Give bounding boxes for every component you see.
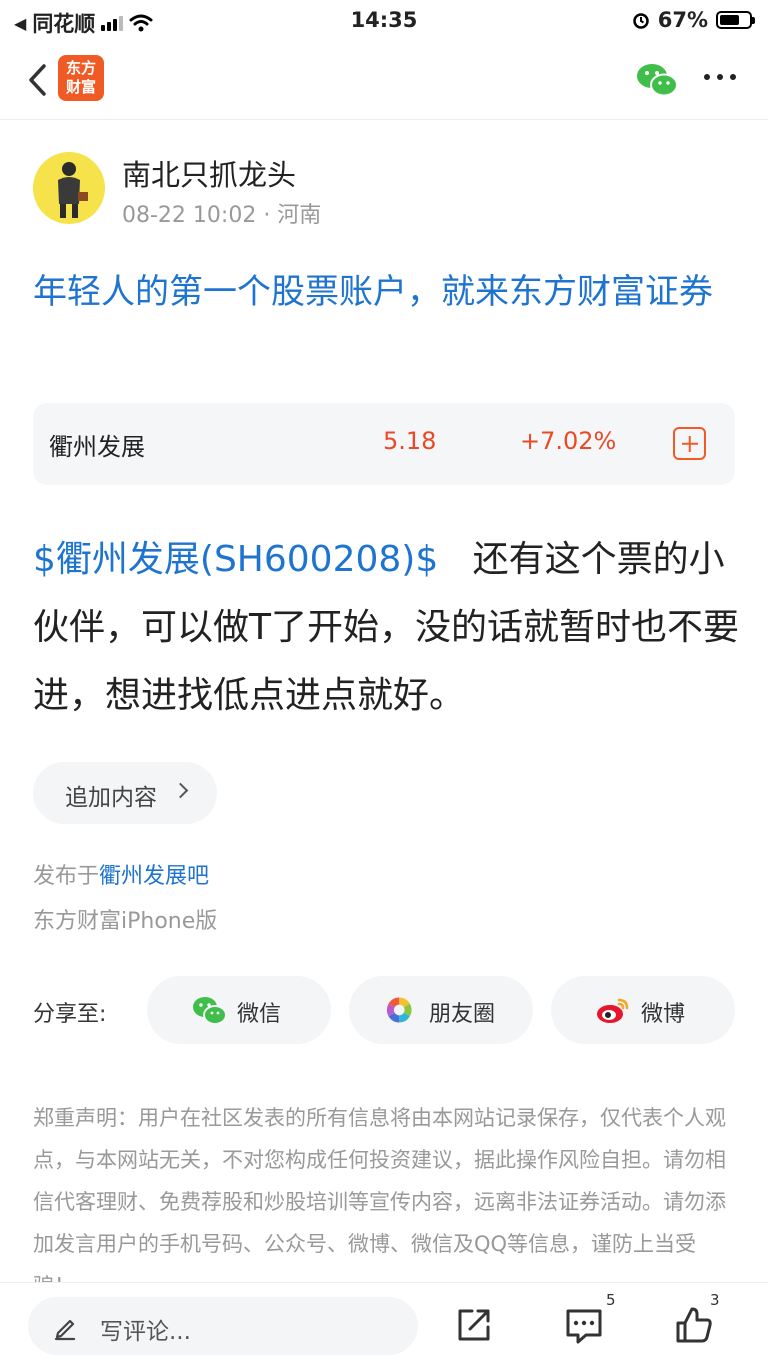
author-name[interactable]: 南北只抓龙头 [122, 152, 296, 194]
share-out-icon[interactable] [452, 1303, 496, 1347]
published-in: 发布于衢州发展吧 [33, 858, 209, 890]
status-bar: ◀ 同花顺 14:35 67% [0, 0, 768, 40]
published-prefix: 发布于 [33, 864, 100, 889]
stock-price: 5.18 [383, 427, 437, 455]
comment-placeholder: 写评论... [100, 1319, 191, 1345]
more-icon[interactable] [704, 74, 736, 80]
wechat-icon[interactable] [634, 60, 680, 100]
avatar[interactable] [33, 152, 105, 224]
share-moments-button[interactable]: 朋友圈 [349, 976, 533, 1044]
share-moments-label: 朋友圈 [429, 1002, 496, 1027]
comment-icon[interactable] [562, 1303, 606, 1347]
comment-input[interactable]: 写评论... [28, 1297, 418, 1355]
share-weibo-button[interactable]: 微博 [551, 976, 735, 1044]
chevron-right-icon [172, 782, 189, 799]
board-link[interactable]: 衢州发展吧 [99, 864, 209, 889]
stock-tag-link[interactable]: $衢州发展(SH600208)$ [33, 539, 438, 580]
add-watchlist-icon[interactable] [673, 427, 706, 460]
avatar-figure-icon [58, 162, 88, 218]
pen-icon [54, 1319, 76, 1341]
like-icon[interactable] [672, 1303, 716, 1347]
wechat-icon [193, 997, 227, 1025]
append-content-button[interactable]: 追加内容 [33, 762, 217, 824]
eastmoney-logo: 东方 财富 [58, 55, 104, 101]
status-right: 67% [632, 8, 755, 32]
client-source: 东方财富iPhone版 [33, 909, 218, 934]
disclaimer: 郑重声明：用户在社区发表的所有信息将由本网站记录保存，仅代表个人观点，与本网站无… [33, 1106, 726, 1283]
moments-icon [386, 997, 412, 1023]
stock-change: +7.02% [520, 427, 617, 455]
post-title[interactable]: 年轻人的第一个股票账户，就来东方财富证券 [33, 266, 733, 318]
battery-icon [716, 11, 755, 29]
append-content-label: 追加内容 [65, 785, 157, 811]
post-body: $衢州发展(SH600208)$ 还有这个票的小伙伴，可以做T了开始，没的话就暂… [33, 526, 739, 730]
stock-card[interactable]: 衢州发展 5.18 +7.02% [33, 403, 735, 485]
share-weibo-label: 微博 [641, 1002, 686, 1027]
bottom-bar: 写评论... 5 3 [0, 1282, 768, 1366]
battery-percent: 67% [657, 8, 708, 32]
stock-name: 衢州发展 [49, 433, 145, 461]
like-count: 3 [710, 1291, 720, 1309]
weibo-icon [597, 998, 629, 1023]
share-wechat-label: 微信 [237, 1002, 282, 1027]
share-wechat-button[interactable]: 微信 [147, 976, 331, 1044]
alarm-icon [632, 13, 649, 29]
post-meta: 08-22 10:02 · 河南 [122, 203, 322, 228]
share-label: 分享至: [33, 1002, 107, 1027]
nav-bar: 东方 财富 [0, 40, 768, 120]
back-icon[interactable] [22, 60, 58, 100]
comment-count: 5 [606, 1291, 616, 1309]
